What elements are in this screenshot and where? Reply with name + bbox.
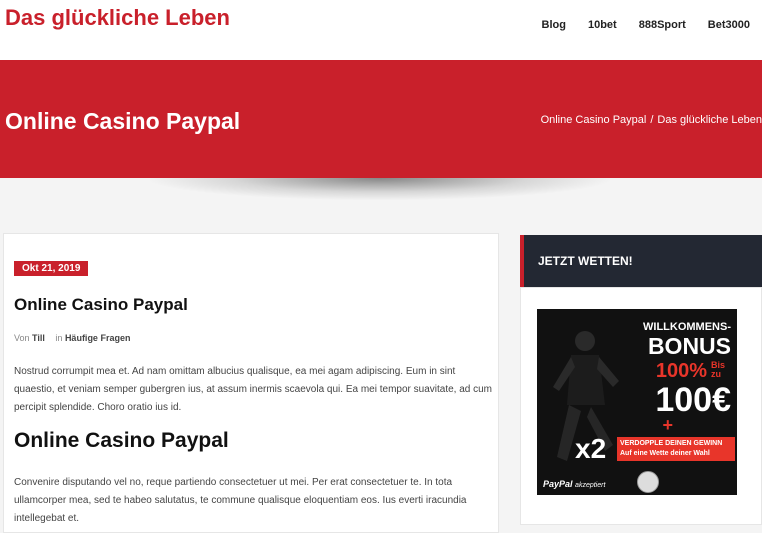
post-date-badge: Okt 21, 2019 (14, 261, 89, 276)
post-title[interactable]: Online Casino Paypal (14, 295, 188, 315)
paypal-name: PayPal (543, 479, 573, 489)
post-author-link[interactable]: Till (32, 333, 45, 343)
nav-item-888sport[interactable]: 888Sport (639, 19, 686, 31)
sidebar-widget-header: JETZT WETTEN! (520, 235, 762, 287)
banner-line-2: BONUS (647, 333, 731, 359)
post-meta: Von Till in Häufige Fragen (14, 333, 130, 343)
post-author-label: Von (14, 333, 30, 343)
breadcrumb-current: Online Casino Paypal (540, 114, 647, 126)
banner-percent: 100% (655, 360, 707, 382)
banner-plus: + (662, 415, 673, 435)
nav-item-bet3000[interactable]: Bet3000 (708, 19, 750, 31)
bonus-banner[interactable]: WILLKOMMENS- BONUS 100% Bis zu 100€ + x2… (537, 309, 737, 495)
top-bar: Das glückliche Leben Blog 10bet 888Sport… (0, 0, 762, 60)
paypal-logo: PayPal akzeptiert (543, 479, 605, 489)
banner-bis-zu: Bis zu (711, 360, 726, 379)
page-header: Online Casino Paypal Online Casino Paypa… (0, 60, 762, 178)
page-title: Online Casino Paypal (5, 108, 241, 134)
post-paragraph-1: Nostrud corrumpit mea et. Ad nam omittam… (14, 366, 493, 413)
paypal-note: akzeptiert (575, 482, 606, 489)
header-shadow (150, 178, 610, 200)
post-paragraph-2: Convenire disputando vel no, reque parti… (14, 477, 467, 524)
banner-line-1: WILLKOMMENS- (643, 321, 731, 333)
breadcrumb-home-link[interactable]: Das glückliche Leben (657, 114, 762, 126)
nav-item-blog[interactable]: Blog (542, 19, 566, 31)
post-category-link[interactable]: Häufige Fragen (65, 333, 131, 343)
breadcrumb-separator: / (650, 114, 654, 126)
post-heading: Online Casino Paypal (14, 429, 229, 452)
post-category-label: in (55, 333, 63, 343)
sidebar-widget-title: JETZT WETTEN! (538, 254, 633, 268)
main-nav: Blog 10bet 888Sport Bet3000 (520, 19, 750, 31)
post-card: Okt 21, 2019 Online Casino Paypal Von Ti… (3, 233, 499, 533)
nav-item-10bet[interactable]: 10bet (588, 19, 617, 31)
breadcrumb: Online Casino Paypal / Das glückliche Lebe… (541, 114, 762, 126)
banner-offer: VERDOPPLE DEINEN GEWINN Auf eine Wette d… (617, 437, 735, 461)
site-title[interactable]: Das glückliche Leben (5, 5, 230, 31)
football-icon (637, 471, 659, 493)
banner-x2: x2 (575, 433, 607, 464)
